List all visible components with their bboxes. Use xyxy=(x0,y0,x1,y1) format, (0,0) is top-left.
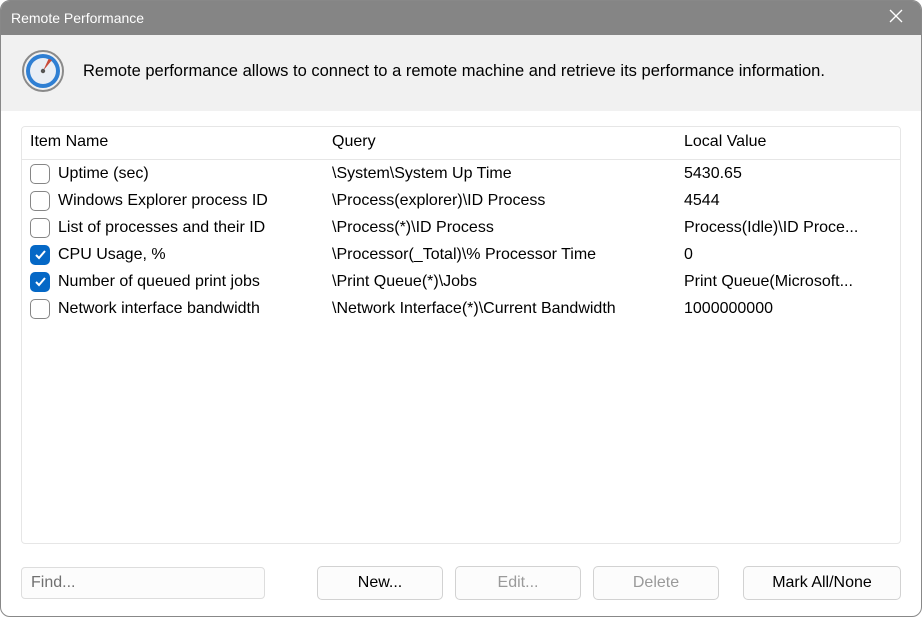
row-checkbox[interactable] xyxy=(30,218,50,238)
item-name-text: CPU Usage, % xyxy=(58,246,166,264)
titlebar: Remote Performance xyxy=(1,1,921,35)
find-input[interactable] xyxy=(21,567,265,599)
table-row[interactable]: CPU Usage, % \Processor(_Total)\% Process… xyxy=(22,241,900,268)
cell-value: 0 xyxy=(680,246,900,264)
check-icon xyxy=(34,248,47,261)
cell-query: \Process(explorer)\ID Process xyxy=(328,192,680,210)
cell-name: Number of queued print jobs xyxy=(22,272,328,292)
cell-value: 1000000000 xyxy=(680,300,900,318)
edit-button[interactable]: Edit... xyxy=(455,566,581,600)
cell-value: 4544 xyxy=(680,192,900,210)
cell-name: List of processes and their ID xyxy=(22,218,328,238)
column-header-name[interactable]: Item Name xyxy=(22,133,328,151)
row-checkbox[interactable] xyxy=(30,191,50,211)
window-title: Remote Performance xyxy=(11,10,144,26)
column-header-value[interactable]: Local Value xyxy=(680,133,900,151)
remote-performance-window: Remote Performance Remote performance al… xyxy=(0,0,922,617)
cell-query: \Print Queue(*)\Jobs xyxy=(328,273,680,291)
row-checkbox[interactable] xyxy=(30,272,50,292)
item-name-text: Network interface bandwidth xyxy=(58,300,260,318)
cell-value: Print Queue(Microsoft... xyxy=(680,273,900,291)
item-name-text: Windows Explorer process ID xyxy=(58,192,268,210)
cell-query: \Network Interface(*)\Current Bandwidth xyxy=(328,300,680,318)
table-row[interactable]: List of processes and their ID \Process(*… xyxy=(22,214,900,241)
cell-name: Uptime (sec) xyxy=(22,164,328,184)
column-header-query[interactable]: Query xyxy=(328,133,680,151)
close-icon xyxy=(889,9,903,23)
cell-query: \Process(*)\ID Process xyxy=(328,219,680,237)
close-button[interactable] xyxy=(887,9,905,27)
item-name-text: Number of queued print jobs xyxy=(58,273,260,291)
row-checkbox[interactable] xyxy=(30,245,50,265)
table-row[interactable]: Windows Explorer process ID \Process(expl… xyxy=(22,187,900,214)
mark-all-none-button[interactable]: Mark All/None xyxy=(743,566,901,600)
cell-name: Network interface bandwidth xyxy=(22,299,328,319)
footer-toolbar: New... Edit... Delete Mark All/None xyxy=(1,554,921,616)
cell-name: Windows Explorer process ID xyxy=(22,191,328,211)
item-name-text: Uptime (sec) xyxy=(58,165,149,183)
row-checkbox[interactable] xyxy=(30,164,50,184)
new-button[interactable]: New... xyxy=(317,566,443,600)
table-body: Uptime (sec) \System\System Up Time5430.6… xyxy=(22,160,900,543)
check-icon xyxy=(34,275,47,288)
table-header: Item Name Query Local Value xyxy=(22,127,900,160)
delete-button[interactable]: Delete xyxy=(593,566,719,600)
cell-name: CPU Usage, % xyxy=(22,245,328,265)
cell-query: \Processor(_Total)\% Processor Time xyxy=(328,246,680,264)
item-name-text: List of processes and their ID xyxy=(58,219,265,237)
cell-value: 5430.65 xyxy=(680,165,900,183)
table-row[interactable]: Number of queued print jobs \Print Queue(… xyxy=(22,268,900,295)
table-row[interactable]: Network interface bandwidth \Network Inte… xyxy=(22,295,900,322)
gauge-icon xyxy=(21,49,65,93)
cell-query: \System\System Up Time xyxy=(328,165,680,183)
performance-table: Item Name Query Local Value Uptime (sec)… xyxy=(21,126,901,544)
table-row[interactable]: Uptime (sec) \System\System Up Time5430.6… xyxy=(22,160,900,187)
row-checkbox[interactable] xyxy=(30,299,50,319)
header-panel: Remote performance allows to connect to … xyxy=(1,35,921,112)
content-area: Item Name Query Local Value Uptime (sec)… xyxy=(1,112,921,554)
cell-value: Process(Idle)\ID Proce... xyxy=(680,219,900,237)
header-description: Remote performance allows to connect to … xyxy=(83,60,825,82)
